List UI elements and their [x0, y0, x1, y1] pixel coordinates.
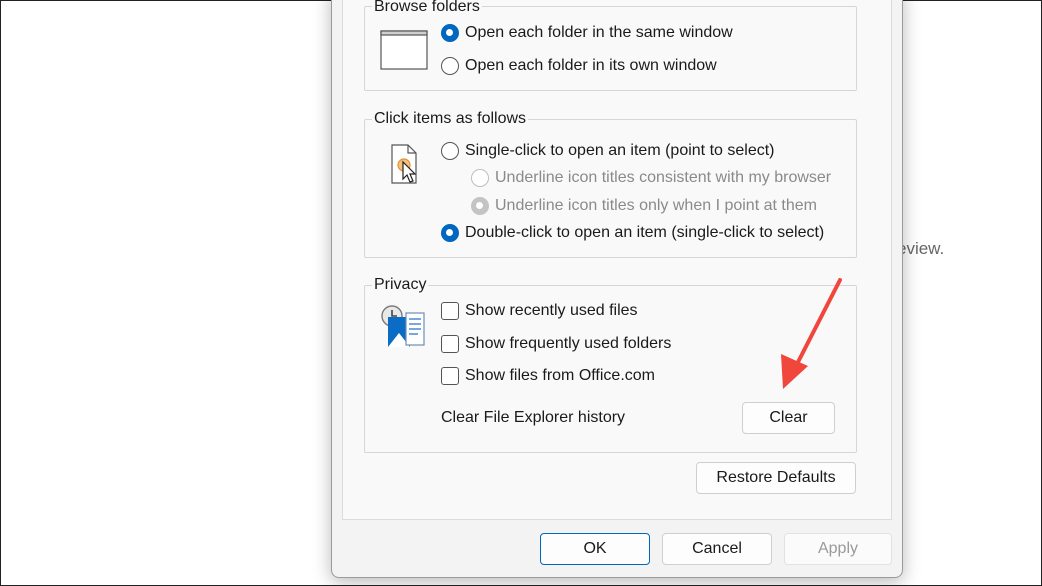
double-click-label: Double-click to open an item (single-cli…: [465, 224, 825, 241]
general-tab-page: Browse folders Open each folder in the s…: [342, 0, 892, 520]
underline-browser-label: Underline icon titles consistent with my…: [495, 169, 832, 186]
underline-browser-radio: [471, 169, 489, 187]
office-files-label: Show files from Office.com: [465, 367, 655, 384]
single-click-option[interactable]: Single-click to open an item (point to s…: [441, 141, 774, 161]
window-icon: [380, 30, 428, 70]
apply-button[interactable]: Apply: [784, 533, 892, 565]
office-files-option[interactable]: Show files from Office.com: [441, 366, 655, 386]
recent-files-label: Show recently used files: [465, 302, 638, 319]
double-click-option[interactable]: Double-click to open an item (single-cli…: [441, 223, 824, 243]
double-click-radio[interactable]: [441, 224, 459, 242]
cancel-button[interactable]: Cancel: [662, 533, 772, 565]
folder-options-dialog: Browse folders Open each folder in the s…: [331, 0, 903, 578]
restore-defaults-button[interactable]: Restore Defaults: [696, 462, 856, 494]
privacy-group: Privacy Show recently used files Show fr…: [364, 276, 857, 453]
recent-files-checkbox[interactable]: [441, 302, 459, 320]
privacy-icon: [381, 305, 425, 347]
open-same-window-option[interactable]: Open each folder in the same window: [441, 23, 733, 43]
frequent-folders-label: Show frequently used folders: [465, 335, 672, 352]
ok-button[interactable]: OK: [540, 533, 650, 565]
open-same-window-label: Open each folder in the same window: [465, 24, 733, 41]
underline-point-option: Underline icon titles only when I point …: [471, 196, 817, 216]
open-own-window-option[interactable]: Open each folder in its own window: [441, 56, 717, 76]
underline-point-label: Underline icon titles only when I point …: [495, 197, 817, 214]
open-own-window-label: Open each folder in its own window: [465, 57, 717, 74]
clear-button[interactable]: Clear: [742, 402, 835, 434]
browse-folders-group: Browse folders Open each folder in the s…: [364, 0, 857, 91]
click-items-group: Click items as follows Single-click to o…: [364, 110, 857, 258]
click-document-icon: [391, 144, 417, 184]
underline-browser-option: Underline icon titles consistent with my…: [471, 168, 831, 188]
click-items-legend: Click items as follows: [372, 110, 529, 128]
open-own-window-radio[interactable]: [441, 57, 459, 75]
clear-history-label: Clear File Explorer history: [441, 409, 626, 426]
frequent-folders-checkbox[interactable]: [441, 335, 459, 353]
recent-files-option[interactable]: Show recently used files: [441, 301, 638, 321]
open-same-window-radio[interactable]: [441, 24, 459, 42]
underline-point-radio: [471, 197, 489, 215]
privacy-legend: Privacy: [372, 276, 429, 294]
office-files-checkbox[interactable]: [441, 367, 459, 385]
single-click-label: Single-click to open an item (point to s…: [465, 142, 775, 159]
browse-folders-legend: Browse folders: [372, 0, 482, 16]
single-click-radio[interactable]: [441, 142, 459, 160]
background-partial-text: eview.: [897, 239, 945, 258]
frequent-folders-option[interactable]: Show frequently used folders: [441, 334, 671, 354]
